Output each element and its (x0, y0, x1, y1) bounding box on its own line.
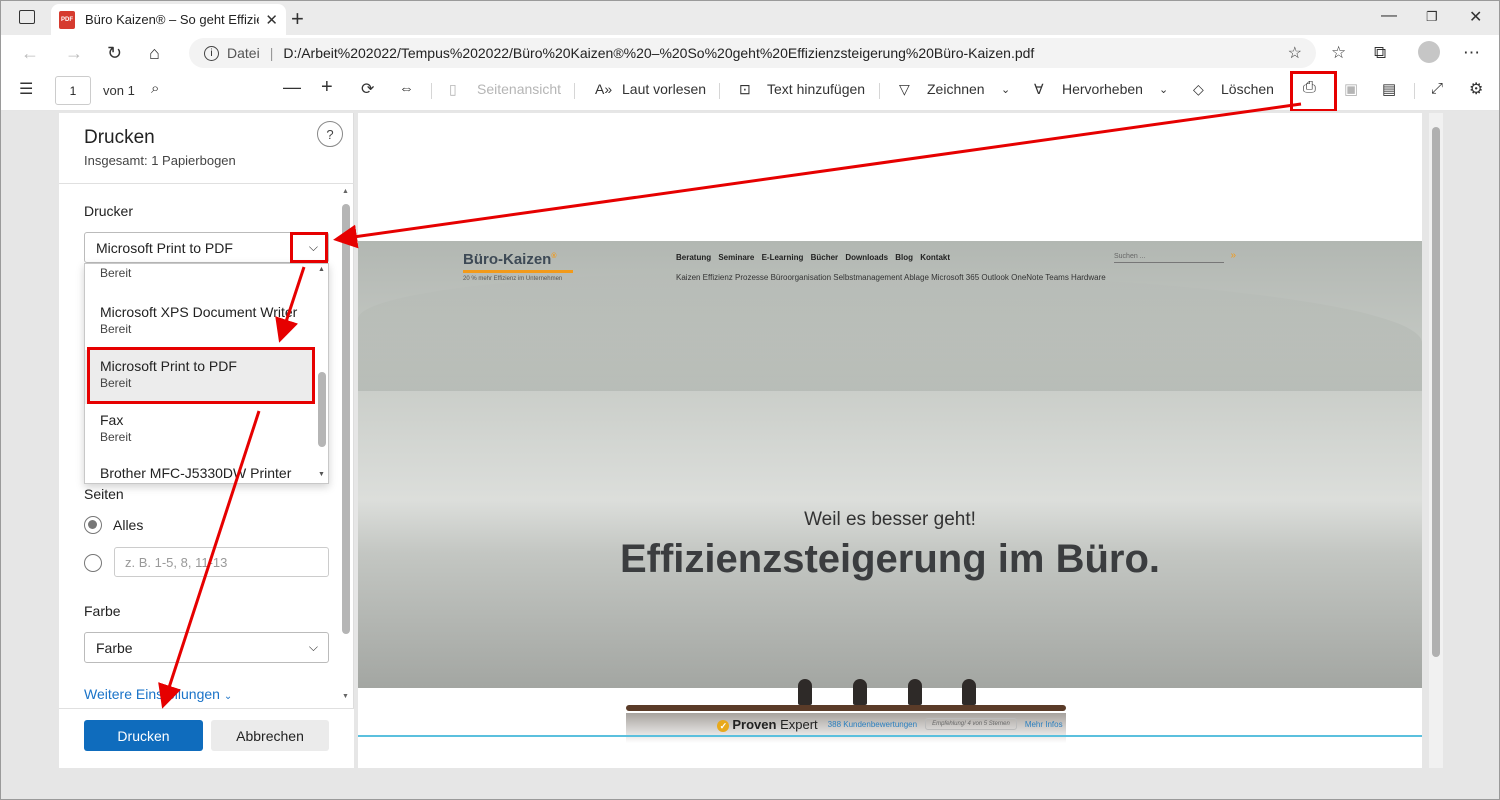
site-info-icon[interactable]: i (204, 45, 219, 61)
address-field[interactable]: i Datei | D:/Arbeit%202022/Tempus%202022… (189, 38, 1316, 68)
print-panel-scrollbar[interactable]: ▲ ▼ (341, 188, 351, 708)
proven-expert-logo: ✓ Proven Expert (717, 717, 818, 732)
pages-all-radio[interactable] (84, 516, 102, 534)
dropdown-scrollbar[interactable]: ▲ ▼ (316, 264, 328, 483)
more-menu-icon[interactable]: ⋯ (1463, 43, 1480, 63)
save-icon: ▣ (1344, 81, 1359, 98)
draw-chevron-icon[interactable]: ⌄ (1001, 83, 1010, 96)
close-tab-icon[interactable]: ✕ (265, 11, 278, 29)
eraser-icon: ◇ (1193, 81, 1204, 97)
hero-image: Büro-Kaizen® 20 % mehr Effizienz im Unte… (358, 241, 1422, 743)
address-bar-row: ← → ↻ ⌂ i Datei | D:/Arbeit%202022/Tempu… (1, 35, 1499, 71)
restore-icon[interactable]: ❐ (1426, 9, 1438, 25)
contents-icon[interactable]: ☰ (19, 79, 33, 99)
rower (908, 679, 922, 705)
add-text-icon: ⊡ (739, 81, 751, 97)
print-actions: Drucken Abbrechen (59, 708, 354, 768)
home-icon[interactable]: ⌂ (149, 43, 160, 64)
print-button[interactable]: Drucken (84, 720, 203, 751)
fit-width-icon[interactable]: ⇔ (399, 80, 414, 97)
cancel-button[interactable]: Abbrechen (211, 720, 329, 751)
highlight-chevron-icon[interactable]: ⌄ (1159, 83, 1168, 96)
more-settings-link[interactable]: Weitere Einstellungen ⌄ (84, 686, 232, 702)
tab-strip: PDF Büro Kaizen® – So geht Effizienz ✕ +… (1, 1, 1499, 35)
read-aloud-icon: A» (595, 81, 613, 97)
proven-expert-bar: ✓ Proven Expert 388 Kundenbewertungen Emp… (358, 713, 1422, 737)
rotate-icon[interactable]: ⟳ (361, 79, 374, 99)
minimize-icon[interactable]: — (1381, 7, 1397, 25)
dropdown-highlight-box (290, 232, 328, 263)
rower (853, 679, 867, 705)
zoom-in-icon[interactable]: + (321, 76, 333, 99)
page-count: von 1 (103, 83, 135, 98)
page-view-button: Seitenansicht (477, 81, 562, 97)
printer-option[interactable]: Bereit (85, 264, 315, 288)
highlight-icon: ∀ (1034, 81, 1044, 97)
pdf-scrollbar[interactable] (1429, 113, 1443, 768)
hero-headline: Effizienzsteigerung im Büro. (619, 537, 1161, 581)
settings-icon[interactable]: ⚙ (1469, 79, 1483, 99)
pdf-file-icon: PDF (59, 10, 75, 29)
add-favorite-icon[interactable]: ☆ (1288, 43, 1302, 63)
site-menu-primary: Beratung Seminare E-Learning Bücher Down… (676, 253, 951, 262)
save-as-icon[interactable]: ▤ (1382, 80, 1396, 98)
pages-custom-radio[interactable] (84, 554, 102, 572)
pages-range-input[interactable]: z. B. 1-5, 8, 11-13 (114, 547, 329, 577)
rower (798, 679, 812, 705)
draw-icon: ▽ (899, 81, 910, 97)
page-view-icon: ▯ (449, 81, 457, 97)
chevron-down-icon[interactable]: ⌵ (309, 640, 318, 655)
printer-option[interactable]: Microsoft XPS Document Writer Bereit (85, 296, 315, 350)
new-tab-icon[interactable]: + (291, 6, 304, 32)
erase-button[interactable]: Löschen (1221, 81, 1274, 97)
pdf-page: Büro-Kaizen® 20 % mehr Effizienz im Unte… (358, 113, 1422, 768)
favorites-icon[interactable]: ☆ (1331, 43, 1346, 63)
print-dialog-title: Drucken (84, 127, 155, 148)
collections-icon[interactable]: ⧉ (1374, 43, 1386, 63)
page-number-input[interactable]: 1 (55, 76, 91, 105)
rowing-boat (626, 705, 1066, 711)
site-menu-secondary: Kaizen Effizienz Prozesse Büroorganisati… (676, 273, 1106, 282)
back-icon[interactable]: ← (21, 43, 39, 64)
highlight-button[interactable]: Hervorheben (1062, 81, 1143, 97)
help-icon[interactable]: ? (317, 121, 343, 147)
print-highlight-box (1290, 71, 1337, 112)
pdf-toolbar: ☰ 1 von 1 ⌕ — + ⟳ ⇔ ▯ Seitenansicht A» L… (1, 71, 1499, 111)
draw-button[interactable]: Zeichnen (927, 81, 985, 97)
reviews-count: 388 Kundenbewertungen (827, 719, 918, 729)
sheet-summary: Insgesamt: 1 Papierbogen (84, 153, 236, 168)
color-label: Farbe (84, 603, 121, 619)
recommend-box: Empfehlung! 4 von 5 Sternen (925, 718, 1017, 730)
window-close-icon[interactable]: ✕ (1469, 7, 1482, 27)
browser-tab[interactable]: PDF Büro Kaizen® – So geht Effizienz ✕ (51, 4, 286, 35)
address-separator: | (269, 45, 274, 61)
color-select[interactable]: Farbe ⌵ (84, 632, 329, 663)
find-icon[interactable]: ⌕ (151, 80, 159, 97)
read-aloud-button[interactable]: Laut vorlesen (622, 81, 706, 97)
site-logo: Büro-Kaizen® 20 % mehr Effizienz im Unte… (463, 251, 573, 282)
pages-all-label: Alles (113, 517, 144, 533)
url-text[interactable]: D:/Arbeit%202022/Tempus%202022/Büro%20Ka… (283, 45, 1034, 61)
more-info-link: Mehr Infos (1024, 719, 1063, 729)
printer-option[interactable]: Fax Bereit (85, 404, 315, 458)
rower (962, 679, 976, 705)
pages-label: Seiten (84, 486, 124, 502)
tab-actions-icon[interactable] (19, 10, 35, 24)
forward-icon[interactable]: → (65, 43, 83, 64)
add-text-button[interactable]: Text hinzufügen (767, 81, 865, 97)
refresh-icon[interactable]: ↻ (107, 43, 122, 64)
site-search: Suchen ...» (1114, 250, 1236, 263)
hero-subheadline: Weil es besser geht! (804, 509, 976, 530)
browser-window: PDF Büro Kaizen® – So geht Effizienz ✕ +… (0, 0, 1500, 800)
tab-title: Büro Kaizen® – So geht Effizienz (85, 12, 260, 27)
fullscreen-icon[interactable]: ⤢ (1431, 80, 1443, 97)
scheme-label: Datei (227, 45, 260, 61)
printer-label: Drucker (84, 203, 134, 219)
option-highlight-box (87, 347, 315, 404)
zoom-out-icon[interactable]: — (283, 77, 301, 98)
printer-option[interactable]: Brother MFC-J5330DW Printer (85, 457, 315, 483)
profile-avatar[interactable] (1418, 41, 1440, 63)
